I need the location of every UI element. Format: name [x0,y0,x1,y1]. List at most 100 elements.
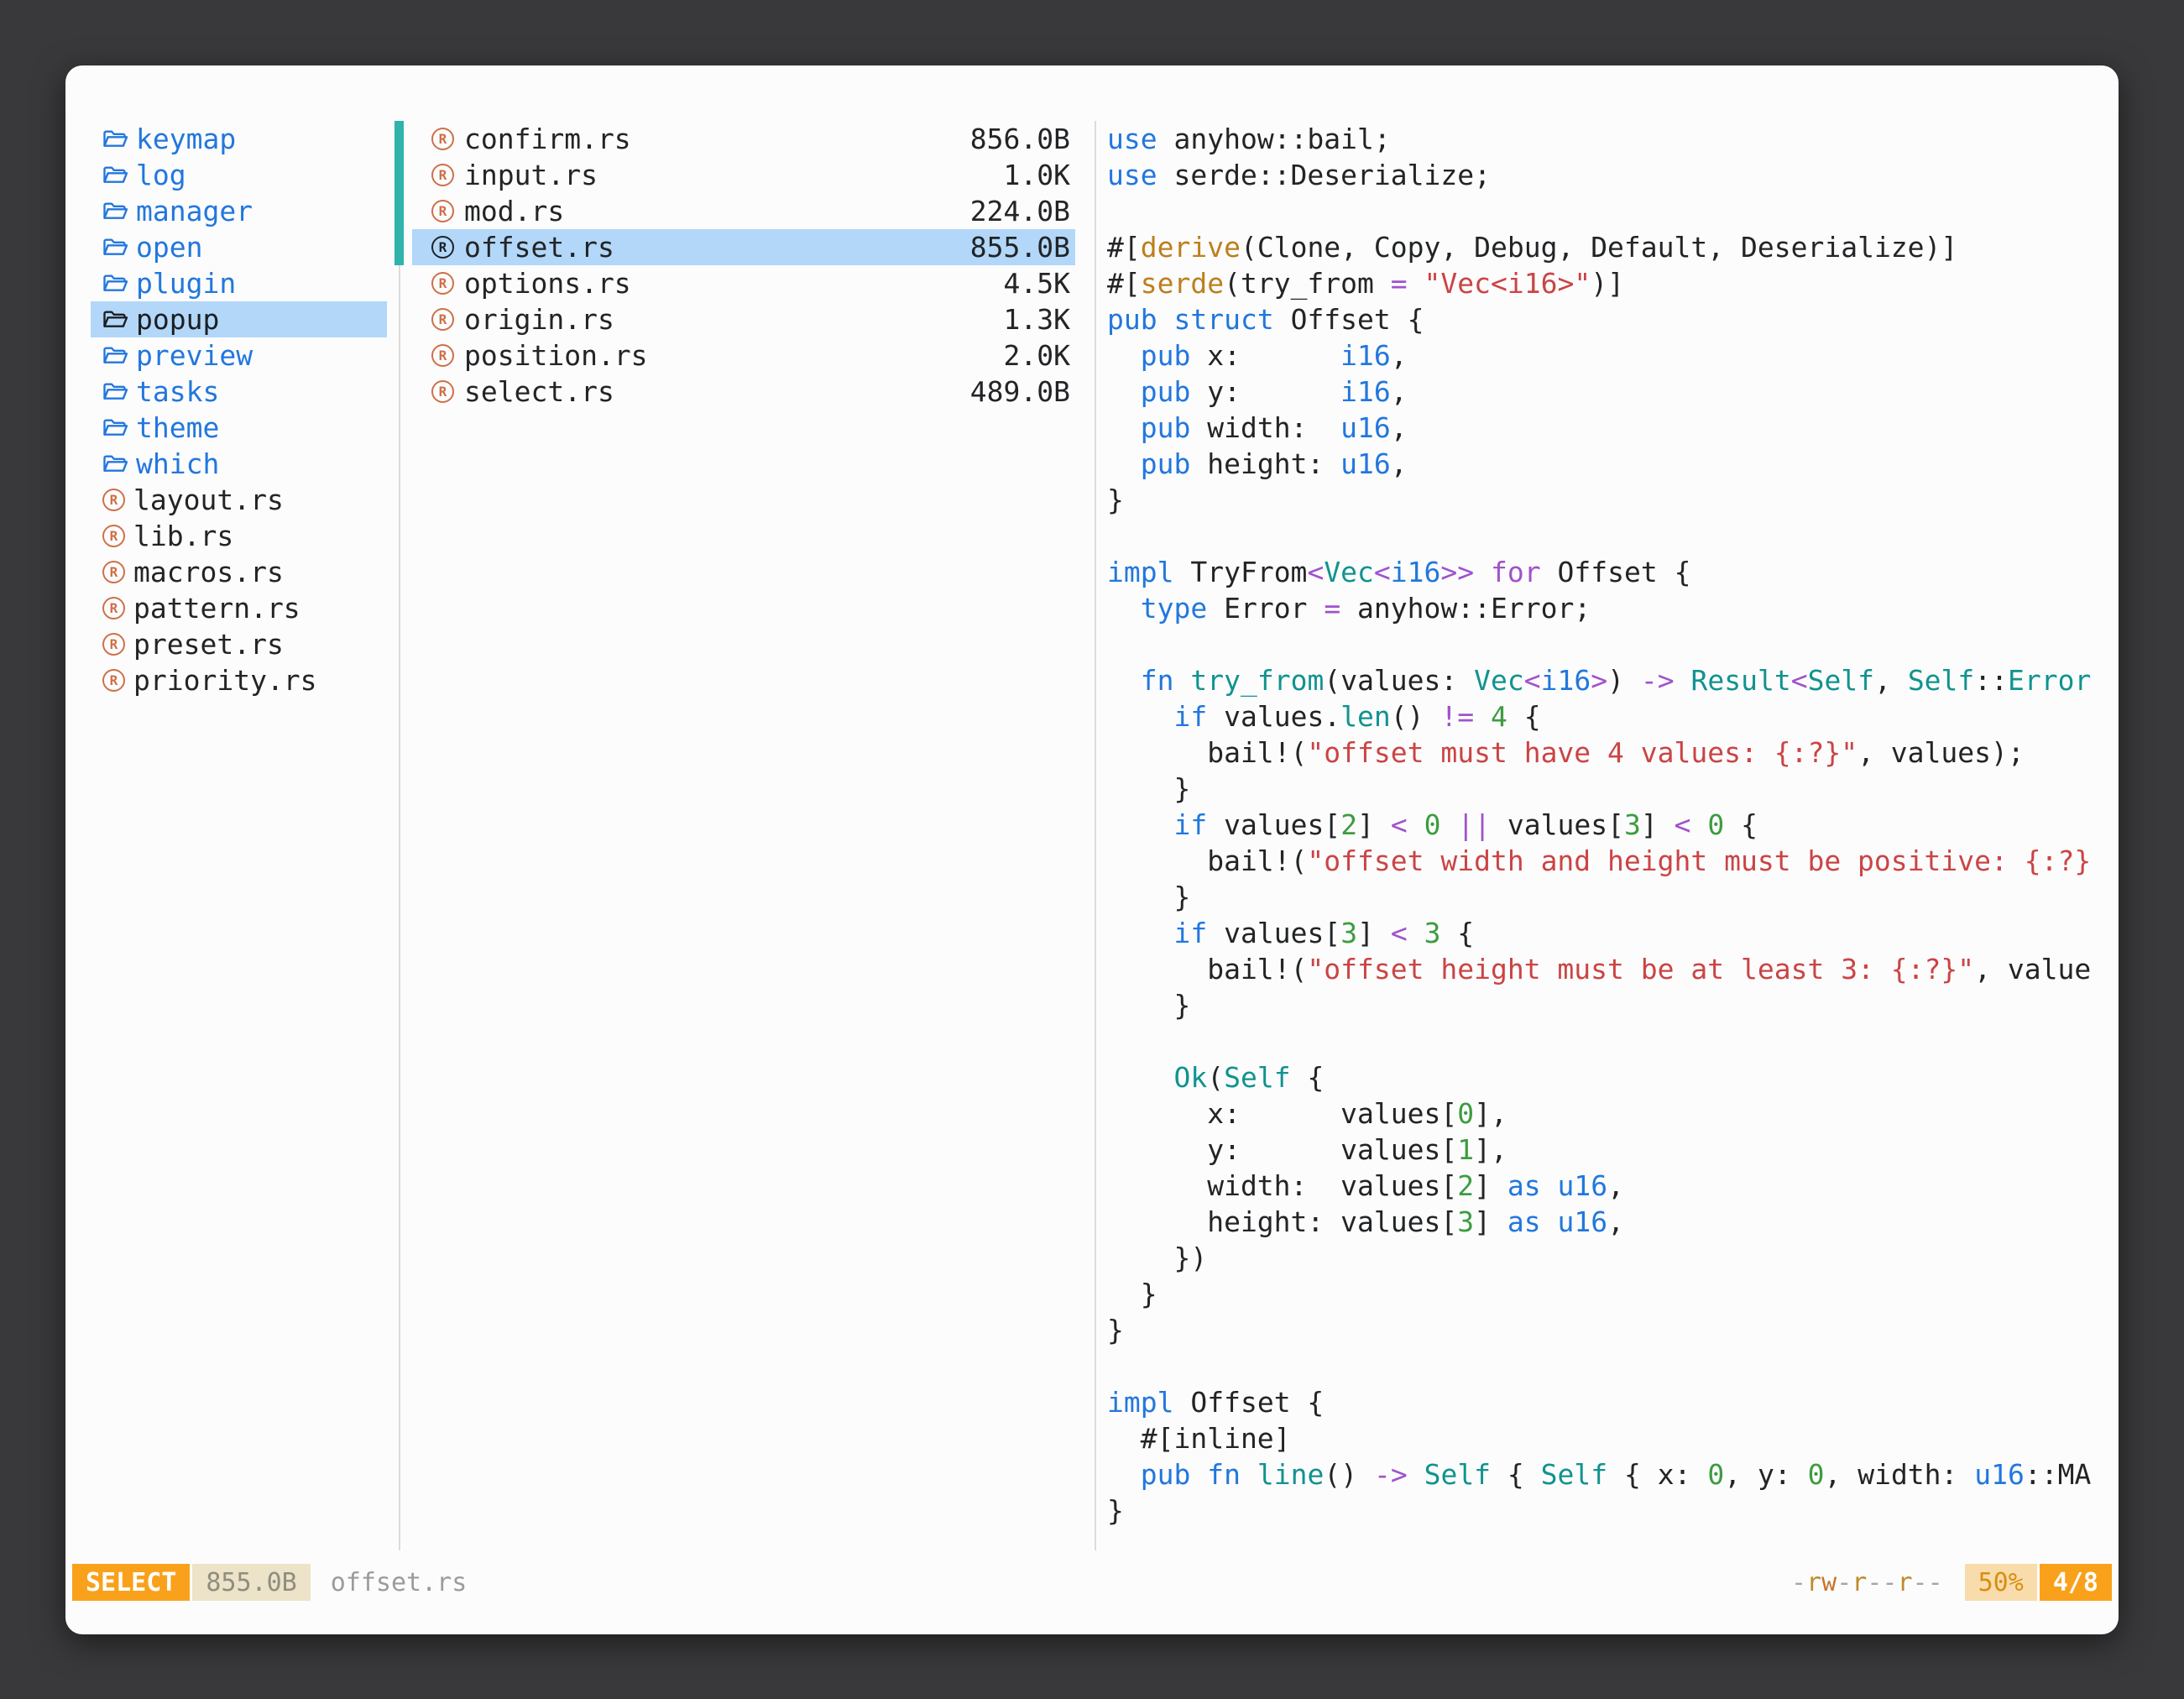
selection-marker [394,121,404,265]
sidebar-item-macros-rs[interactable]: R macros.rs [91,554,387,590]
file-name: input.rs [464,159,598,191]
code-line: #[inline] [1107,1420,2108,1456]
sidebar-item-label: layout.rs [133,484,284,516]
file-row-position[interactable]: R position.rs 2.0K [412,337,1075,374]
scroll-percent-badge: 50% [1965,1564,2037,1601]
code-line: bail!("offset must have 4 values: {:?}",… [1107,734,2108,771]
folder-open-icon [102,273,128,294]
code-line: pub width: u16, [1107,410,2108,446]
rust-file-icon: R [102,633,125,656]
sidebar-item-label: manager [136,195,253,227]
sidebar-item-label: macros.rs [133,556,284,588]
code-line: height: values[3] as u16, [1107,1204,2108,1240]
rust-file-icon: R [102,561,125,583]
file-name: options.rs [464,267,631,300]
code-line: bail!("offset width and height must be p… [1107,843,2108,879]
file-row-input[interactable]: R input.rs 1.0K [412,157,1075,193]
sidebar-item-label: lib.rs [133,520,233,552]
current-pane: R confirm.rs 856.0B R input.rs 1.0K R mo… [412,121,1075,410]
sidebar-item-tasks[interactable]: tasks [91,374,387,410]
sidebar-item-which[interactable]: which [91,446,387,482]
rust-file-icon: R [431,272,454,295]
code-line: if values[2] < 0 || values[3] < 0 { [1107,807,2108,843]
sidebar-item-lib-rs[interactable]: R lib.rs [91,518,387,554]
sidebar-item-label: preview [136,339,253,372]
folder-open-icon [102,201,128,222]
code-line: } [1107,1276,2108,1312]
folder-open-icon [102,309,128,330]
code-line: if values[3] < 3 { [1107,915,2108,951]
code-line: } [1107,1493,2108,1529]
sidebar-item-open[interactable]: open [91,229,387,265]
sidebar-item-pattern-rs[interactable]: R pattern.rs [91,590,387,626]
file-size: 4.5K [1004,267,1070,300]
sidebar-item-priority-rs[interactable]: R priority.rs [91,662,387,698]
file-row-origin[interactable]: R origin.rs 1.3K [412,301,1075,337]
terminal-window: keymap log manager open plugin popup pre… [65,65,2119,1634]
file-name: origin.rs [464,303,614,336]
file-row-offset[interactable]: R offset.rs 855.0B [412,229,1075,265]
file-row-mod[interactable]: R mod.rs 224.0B [412,193,1075,229]
folder-open-icon [102,417,128,438]
code-line: y: values[1], [1107,1132,2108,1168]
sidebar-item-log[interactable]: log [91,157,387,193]
file-name: offset.rs [464,231,614,264]
sidebar-item-popup[interactable]: popup [91,301,387,337]
code-line: pub y: i16, [1107,374,2108,410]
rust-file-icon: R [431,128,454,150]
sidebar-item-label: pattern.rs [133,592,300,625]
file-size: 855.0B [970,231,1070,264]
file-row-confirm[interactable]: R confirm.rs 856.0B [412,121,1075,157]
code-line: } [1107,482,2108,518]
code-line: } [1107,771,2108,807]
folder-open-icon [102,453,128,474]
sidebar-item-label: theme [136,411,219,444]
code-line: use anyhow::bail; [1107,121,2108,157]
file-size: 1.3K [1004,303,1070,336]
code-line: #[serde(try_from = "Vec<i16>")] [1107,265,2108,301]
parent-pane: keymap log manager open plugin popup pre… [91,121,387,698]
sidebar-item-plugin[interactable]: plugin [91,265,387,301]
status-filename: offset.rs [331,1568,468,1597]
cursor-position-badge: 4/8 [2040,1564,2112,1601]
sidebar-item-keymap[interactable]: keymap [91,121,387,157]
sidebar-item-preset-rs[interactable]: R preset.rs [91,626,387,662]
rust-file-icon: R [102,597,125,619]
file-row-options[interactable]: R options.rs 4.5K [412,265,1075,301]
file-row-select[interactable]: R select.rs 489.0B [412,374,1075,410]
pane-divider [1095,121,1096,1550]
code-line: } [1107,879,2108,915]
rust-file-icon: R [102,489,125,511]
code-line: bail!("offset height must be at least 3:… [1107,951,2108,987]
sidebar-item-manager[interactable]: manager [91,193,387,229]
sidebar-item-label: open [136,231,202,264]
code-line: pub height: u16, [1107,446,2108,482]
rust-file-icon: R [102,669,125,692]
rust-file-icon: R [431,236,454,259]
sidebar-item-label: which [136,447,219,480]
code-line: width: values[2] as u16, [1107,1168,2108,1204]
code-line: Ok(Self { [1107,1059,2108,1095]
file-size: 2.0K [1004,339,1070,372]
sidebar-item-label: tasks [136,375,219,408]
code-line: pub struct Offset { [1107,301,2108,337]
sidebar-item-label: popup [136,303,219,336]
rust-file-icon: R [431,200,454,222]
sidebar-item-label: keymap [136,123,236,155]
code-line [1107,518,2108,554]
code-line: #[derive(Clone, Copy, Debug, Default, De… [1107,229,2108,265]
pane-divider [399,121,400,1550]
code-line: impl Offset { [1107,1384,2108,1420]
file-size-badge: 855.0B [192,1564,310,1601]
sidebar-item-preview[interactable]: preview [91,337,387,374]
code-line: } [1107,1312,2108,1348]
sidebar-item-theme[interactable]: theme [91,410,387,446]
folder-open-icon [102,345,128,366]
file-name: position.rs [464,339,648,372]
code-line: }) [1107,1240,2108,1276]
sidebar-item-layout-rs[interactable]: R layout.rs [91,482,387,518]
rust-file-icon: R [431,164,454,186]
folder-open-icon [102,128,128,149]
sidebar-item-label: log [136,159,186,191]
code-line: type Error = anyhow::Error; [1107,590,2108,626]
